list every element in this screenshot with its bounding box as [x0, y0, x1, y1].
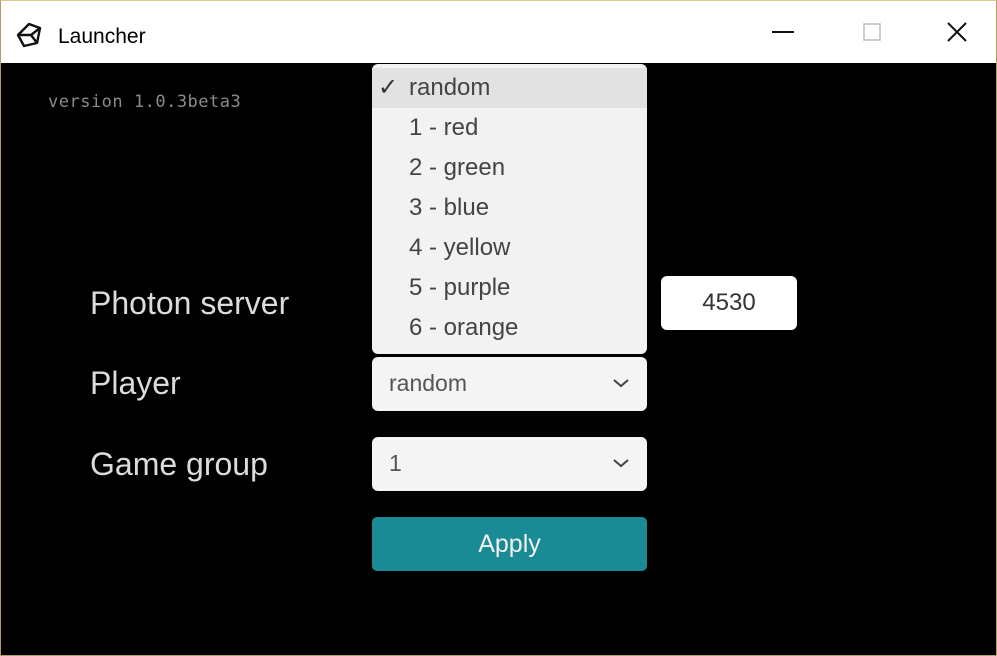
dropdown-option-green[interactable]: 2 - green — [372, 148, 647, 188]
player-label: Player — [90, 365, 181, 401]
minimize-button[interactable] — [739, 1, 827, 63]
dropdown-option-label: 4 - yellow — [409, 234, 511, 261]
dropdown-option-blue[interactable]: 3 - blue — [372, 188, 647, 228]
apply-button[interactable]: Apply — [372, 517, 647, 571]
title-bar[interactable]: Launcher — [1, 1, 996, 63]
chevron-down-icon — [613, 379, 629, 388]
dropdown-option-label: 5 - purple — [409, 274, 511, 301]
close-button[interactable] — [918, 1, 996, 63]
dropdown-option-label: 6 - orange — [409, 314, 519, 341]
dropdown-option-label: 1 - red — [409, 114, 479, 141]
dropdown-option-red[interactable]: 1 - red — [372, 108, 647, 148]
version-text: version 1.0.3beta3 — [48, 92, 242, 112]
maximize-icon — [863, 23, 881, 41]
dropdown-option-label: random — [409, 74, 491, 101]
game-group-label: Game group — [90, 446, 268, 482]
dropdown-option-label: 2 - green — [409, 154, 506, 181]
player-select[interactable]: random — [372, 357, 647, 411]
dropdown-option-yellow[interactable]: 4 - yellow — [372, 228, 647, 268]
unity-logo-icon — [16, 22, 42, 48]
launcher-window: Launcher version 1.0.3beta3 Photon serve… — [0, 0, 997, 656]
photon-server-label: Photon server — [90, 285, 290, 321]
dropdown-option-orange[interactable]: 6 - orange — [372, 308, 647, 348]
player-dropdown-list: ✓ random 1 - red 2 - green 3 - blue 4 - … — [372, 64, 647, 354]
launcher-panel: version 1.0.3beta3 Photon server Player … — [1, 63, 996, 655]
game-group-select[interactable]: 1 — [372, 437, 647, 491]
close-icon — [947, 22, 967, 42]
dropdown-option-label: 3 - blue — [409, 194, 490, 221]
checkmark-icon: ✓ — [378, 74, 399, 101]
window-title: Launcher — [58, 25, 146, 48]
dropdown-option-purple[interactable]: 5 - purple — [372, 268, 647, 308]
port-input[interactable]: 4530 — [661, 276, 797, 330]
maximize-button[interactable] — [828, 1, 916, 63]
chevron-down-icon — [613, 459, 629, 468]
dropdown-option-random[interactable]: ✓ random — [372, 68, 647, 108]
minimize-icon — [772, 31, 794, 33]
player-select-value: random — [389, 370, 467, 396]
game-group-select-value: 1 — [389, 450, 402, 476]
